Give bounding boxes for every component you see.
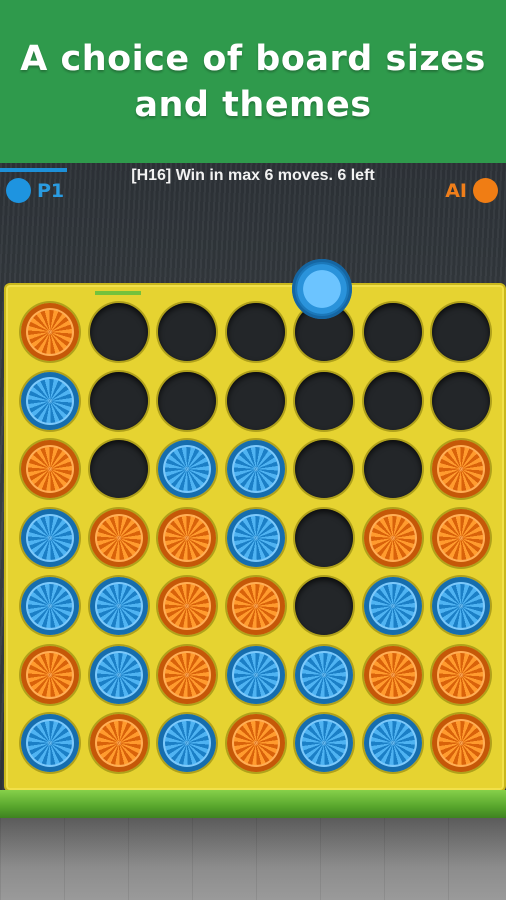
board-base [0,790,506,818]
board-cell-empty[interactable] [432,371,490,430]
orange-disc[interactable] [89,714,148,772]
orange-disc[interactable] [21,303,79,361]
ai-disc-icon [473,178,498,203]
hover-disc[interactable] [292,259,352,319]
promo-banner: A choice of board sizes and themes [0,0,506,163]
board-cell-empty[interactable] [295,508,353,567]
board-cell-empty[interactable] [363,440,422,498]
floor [0,818,506,900]
orange-disc[interactable] [432,440,490,498]
orange-disc[interactable] [226,714,285,772]
orange-disc[interactable] [21,440,79,498]
blue-disc[interactable] [89,577,148,635]
orange-disc[interactable] [432,508,490,567]
board-cell-empty[interactable] [295,577,353,635]
board-cell-empty[interactable] [158,303,216,361]
orange-disc[interactable] [363,645,422,704]
board-cell-empty[interactable] [89,303,148,361]
board-cell-empty[interactable] [363,303,422,361]
blue-disc[interactable] [21,371,79,430]
blue-disc[interactable] [21,508,79,567]
orange-disc[interactable] [89,508,148,567]
board-cell-empty[interactable] [363,371,422,430]
orange-disc[interactable] [158,645,216,704]
player1-disc-icon [6,178,31,203]
orange-disc[interactable] [432,645,490,704]
board-grid [15,299,491,779]
game-stage: [H16] Win in max 6 moves. 6 left P1 AI [0,163,506,900]
selected-column-marker [95,291,141,295]
blue-disc[interactable] [158,714,216,772]
blue-disc[interactable] [295,714,353,772]
blue-disc[interactable] [226,440,285,498]
blue-disc[interactable] [21,577,79,635]
orange-disc[interactable] [363,508,422,567]
board-cell-empty[interactable] [226,303,285,361]
blue-disc[interactable] [363,714,422,772]
blue-disc[interactable] [21,714,79,772]
blue-disc[interactable] [89,645,148,704]
ai-label: AI [445,179,467,202]
orange-disc[interactable] [226,577,285,635]
orange-disc[interactable] [432,714,490,772]
board-cell-empty[interactable] [89,440,148,498]
board-cell-empty[interactable] [432,303,490,361]
status-text: [H16] Win in max 6 moves. 6 left [131,167,375,184]
orange-disc[interactable] [158,508,216,567]
blue-disc[interactable] [295,645,353,704]
blue-disc[interactable] [158,440,216,498]
board-cell-empty[interactable] [295,371,353,430]
blue-disc[interactable] [432,577,490,635]
ai-badge: AI [445,178,498,203]
board-cell-empty[interactable] [89,371,148,430]
banner-line-1: A choice of board sizes [20,38,486,79]
board-cell-empty[interactable] [226,371,285,430]
orange-disc[interactable] [21,645,79,704]
orange-disc[interactable] [158,577,216,635]
game-board [4,283,506,792]
board-cell-empty[interactable] [158,371,216,430]
blue-disc[interactable] [226,508,285,567]
board-cell-empty[interactable] [295,440,353,498]
blue-disc[interactable] [226,645,285,704]
player1-badge: P1 [6,178,64,203]
player1-label: P1 [37,179,65,202]
banner-line-2: and themes [134,84,372,125]
blue-disc[interactable] [363,577,422,635]
